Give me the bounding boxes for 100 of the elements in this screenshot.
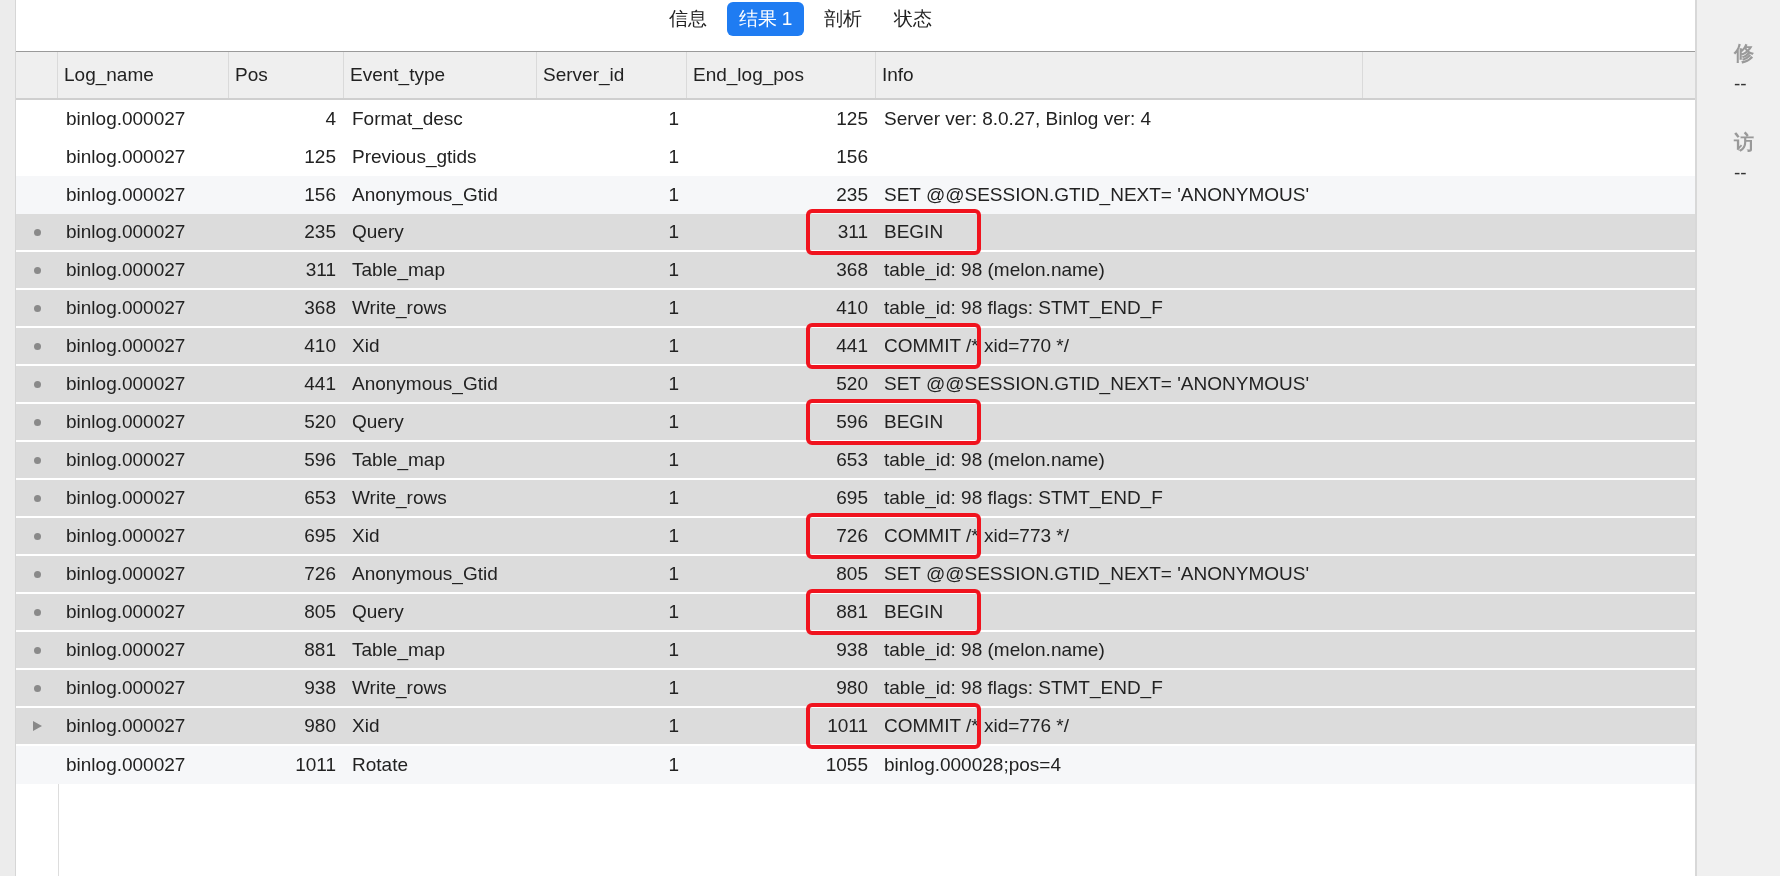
table-cell-text: 1 (667, 448, 680, 472)
table-cell-text: table_id: 98 (melon.name) (883, 638, 1106, 663)
table-cell-text: binlog.000027 (65, 600, 187, 624)
table-cell-text: Xid (351, 334, 381, 358)
field-value: -- (1734, 73, 1748, 95)
table-cell-text: binlog.000027 (65, 562, 187, 586)
table-cell-text: Rotate (351, 753, 409, 777)
table-row[interactable]: binlog.000027 938 Write_rows 1 980 table_id: 98 flags: STMT_END_F (16, 670, 1695, 708)
table-cell-text: Xid (351, 714, 381, 738)
table-cell-text: BEGIN (883, 600, 945, 624)
table-cell-text: 1 (667, 486, 680, 510)
table-cell-text: 1011 (826, 714, 869, 738)
table-row[interactable]: binlog.000027 410 Xid 1 441 COMMIT /* xid=770 */ (16, 328, 1695, 366)
table-cell-text: 156 (303, 183, 337, 207)
table-row[interactable]: binlog.000027 695 Xid 1 726 COMMIT /* xid=773 */ (16, 518, 1695, 556)
table-cell-text: 726 (835, 524, 869, 548)
table-cell-text: 1 (667, 372, 680, 396)
table-cell-text: Write_rows (351, 676, 448, 701)
table-row[interactable]: binlog.000027 441 Anonymous_Gtid 1 520 SET @@SESSION.GTID_NEXT= 'ANONYMOUS' (16, 366, 1695, 404)
result-tab[interactable]: 状态 (882, 2, 945, 36)
column-header[interactable]: Server_id (537, 52, 687, 98)
table-row[interactable]: binlog.000027 653 Write_rows 1 695 table_id: 98 flags: STMT_END_F (16, 480, 1695, 518)
table-cell-text: 235 (303, 220, 337, 244)
table-row[interactable]: binlog.000027 596 Table_map 1 653 table_id: 98 (melon.name) (16, 442, 1695, 480)
table-cell-text: binlog.000027 (65, 410, 187, 434)
row-dot-icon (33, 646, 41, 654)
table-cell-text: SET @@SESSION.GTID_NEXT= 'ANONYMOUS' (883, 562, 1311, 587)
table-cell-text: 653 (835, 448, 869, 472)
table-cell-text: binlog.000027 (65, 258, 187, 282)
table-row[interactable]: binlog.000027 726 Anonymous_Gtid 1 805 SET @@SESSION.GTID_NEXT= 'ANONYMOUS' (16, 556, 1695, 594)
row-dot-icon (33, 342, 41, 350)
table-cell-text: binlog.000027 (65, 220, 187, 244)
table-cell-text: BEGIN (883, 410, 945, 434)
table-cell-text: binlog.000027 (65, 448, 187, 472)
table-cell-text: 235 (835, 183, 869, 207)
table-cell-text: 368 (835, 258, 869, 282)
column-header[interactable]: Info (876, 52, 1363, 98)
table-cell-text: 980 (835, 676, 869, 700)
table-cell-text: 980 (303, 714, 337, 738)
table-row[interactable]: binlog.000027 1011 Rotate 1 1055 binlog.000028;pos=4 (16, 746, 1695, 784)
table-cell-text: COMMIT /* xid=776 */ (883, 714, 1070, 738)
row-pointer-icon (32, 721, 42, 731)
table-cell-text: binlog.000027 (65, 334, 187, 358)
result-tab[interactable]: 剖析 (812, 2, 875, 36)
table-row[interactable]: binlog.000027 156 Anonymous_Gtid 1 235 SET @@SESSION.GTID_NEXT= 'ANONYMOUS' (16, 176, 1695, 214)
table-cell-text: Server ver: 8.0.27, Binlog ver: 4 (883, 107, 1153, 131)
table-cell-text: 1 (667, 107, 680, 131)
table-cell-text: Anonymous_Gtid (351, 562, 499, 587)
table-cell-text: 1055 (824, 753, 869, 777)
row-dot-icon (33, 684, 41, 692)
column-header[interactable]: End_log_pos (687, 52, 876, 98)
table-cell-text: 1 (667, 524, 680, 548)
table-cell-text: BEGIN (883, 220, 945, 244)
row-dot-icon (33, 418, 41, 426)
table-cell-text: 311 (304, 258, 337, 282)
field-value: -- (1734, 162, 1748, 184)
table-cell-text: 156 (835, 145, 869, 169)
table-row[interactable]: binlog.000027 805 Query 1 881 BEGIN (16, 594, 1695, 632)
table-row[interactable]: binlog.000027 520 Query 1 596 BEGIN (16, 404, 1695, 442)
table-cell-text: 1 (667, 258, 680, 282)
row-dot-icon (33, 494, 41, 502)
table-cell-text: 938 (835, 638, 869, 662)
column-header[interactable]: Event_type (344, 52, 537, 98)
table-row[interactable]: binlog.000027 980 Xid 1 1011 COMMIT /* xid=776 */ (16, 708, 1695, 746)
table-cell-text: Query (351, 600, 405, 624)
table-cell-text: 1 (667, 714, 680, 738)
table-row[interactable]: binlog.000027 368 Write_rows 1 410 table_id: 98 flags: STMT_END_F (16, 290, 1695, 328)
table-row[interactable]: binlog.000027 881 Table_map 1 938 table_id: 98 (melon.name) (16, 632, 1695, 670)
table-cell-text: 1 (667, 145, 680, 169)
table-cell-text: 125 (835, 107, 869, 131)
result-tab[interactable]: 结果 1 (726, 2, 805, 36)
field-label: 修 (1734, 41, 1755, 66)
table-cell-text: 938 (303, 676, 337, 700)
table-cell-text: binlog.000027 (65, 296, 187, 320)
table-cell-text: binlog.000027 (65, 676, 187, 700)
table-cell-text: SET @@SESSION.GTID_NEXT= 'ANONYMOUS' (883, 372, 1311, 397)
table-cell-text: binlog.000027 (65, 372, 187, 396)
table-cell-text: 1 (667, 183, 680, 207)
table-row[interactable]: binlog.000027 235 Query 1 311 BEGIN (16, 214, 1695, 252)
table-cell-text: 695 (303, 524, 337, 548)
table-cell-text: 1 (667, 296, 680, 320)
table-cell-text: 653 (303, 486, 337, 510)
table-cell-text: Xid (351, 524, 381, 548)
table-cell-text: binlog.000027 (65, 183, 187, 207)
row-dot-icon (33, 380, 41, 388)
table-row[interactable]: binlog.000027 311 Table_map 1 368 table_id: 98 (melon.name) (16, 252, 1695, 290)
table-cell-text: 368 (303, 296, 337, 320)
table-cell-text: table_id: 98 flags: STMT_END_F (883, 486, 1164, 511)
table-cell-text: 125 (303, 145, 337, 169)
column-header[interactable]: Pos (229, 52, 344, 98)
result-tab[interactable]: 信息 (656, 2, 719, 36)
table-cell-text: table_id: 98 (melon.name) (883, 448, 1106, 473)
table-cell-text: table_id: 98 (melon.name) (883, 258, 1106, 283)
table-cell-text: 881 (303, 638, 337, 662)
table-cell-text: binlog.000027 (65, 638, 187, 662)
table-cell-text: 1 (667, 410, 680, 434)
table-cell-text: Anonymous_Gtid (351, 183, 499, 208)
column-header[interactable]: Log_name (58, 52, 229, 98)
table-cell-text: COMMIT /* xid=773 */ (883, 524, 1070, 548)
table-cell-text: COMMIT /* xid=770 */ (883, 334, 1070, 358)
